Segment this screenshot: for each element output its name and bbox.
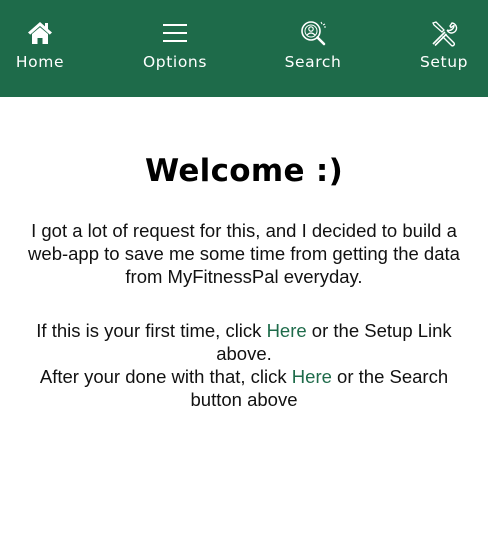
home-icon	[28, 22, 52, 44]
nav-options-link[interactable]: Options	[138, 0, 212, 97]
search-user-icon	[301, 21, 326, 46]
page-title: Welcome :)	[144, 153, 344, 189]
instructions-paragraph: If this is your first time, click Here o…	[16, 319, 472, 411]
nav-search-label: Search	[284, 53, 342, 71]
nav-home-label: Home	[15, 53, 65, 71]
nav-setup-link[interactable]: Setup	[414, 0, 474, 97]
menu-icon	[163, 24, 187, 42]
tools-icon	[432, 21, 458, 47]
top-navbar: Home Options Search Setup	[0, 0, 488, 97]
nav-options-label: Options	[142, 53, 208, 71]
intro-paragraph: I got a lot of request for this, and I d…	[28, 220, 460, 287]
setup-here-link[interactable]: Here	[267, 320, 307, 341]
instruction-line2-before: After your done with that, click	[39, 366, 292, 387]
instruction-line1-before: If this is your first time, click	[36, 320, 267, 341]
nav-home-link[interactable]: Home	[10, 0, 70, 97]
nav-search-link[interactable]: Search	[280, 0, 346, 97]
nav-setup-label: Setup	[419, 53, 469, 71]
search-here-link[interactable]: Here	[292, 366, 332, 387]
